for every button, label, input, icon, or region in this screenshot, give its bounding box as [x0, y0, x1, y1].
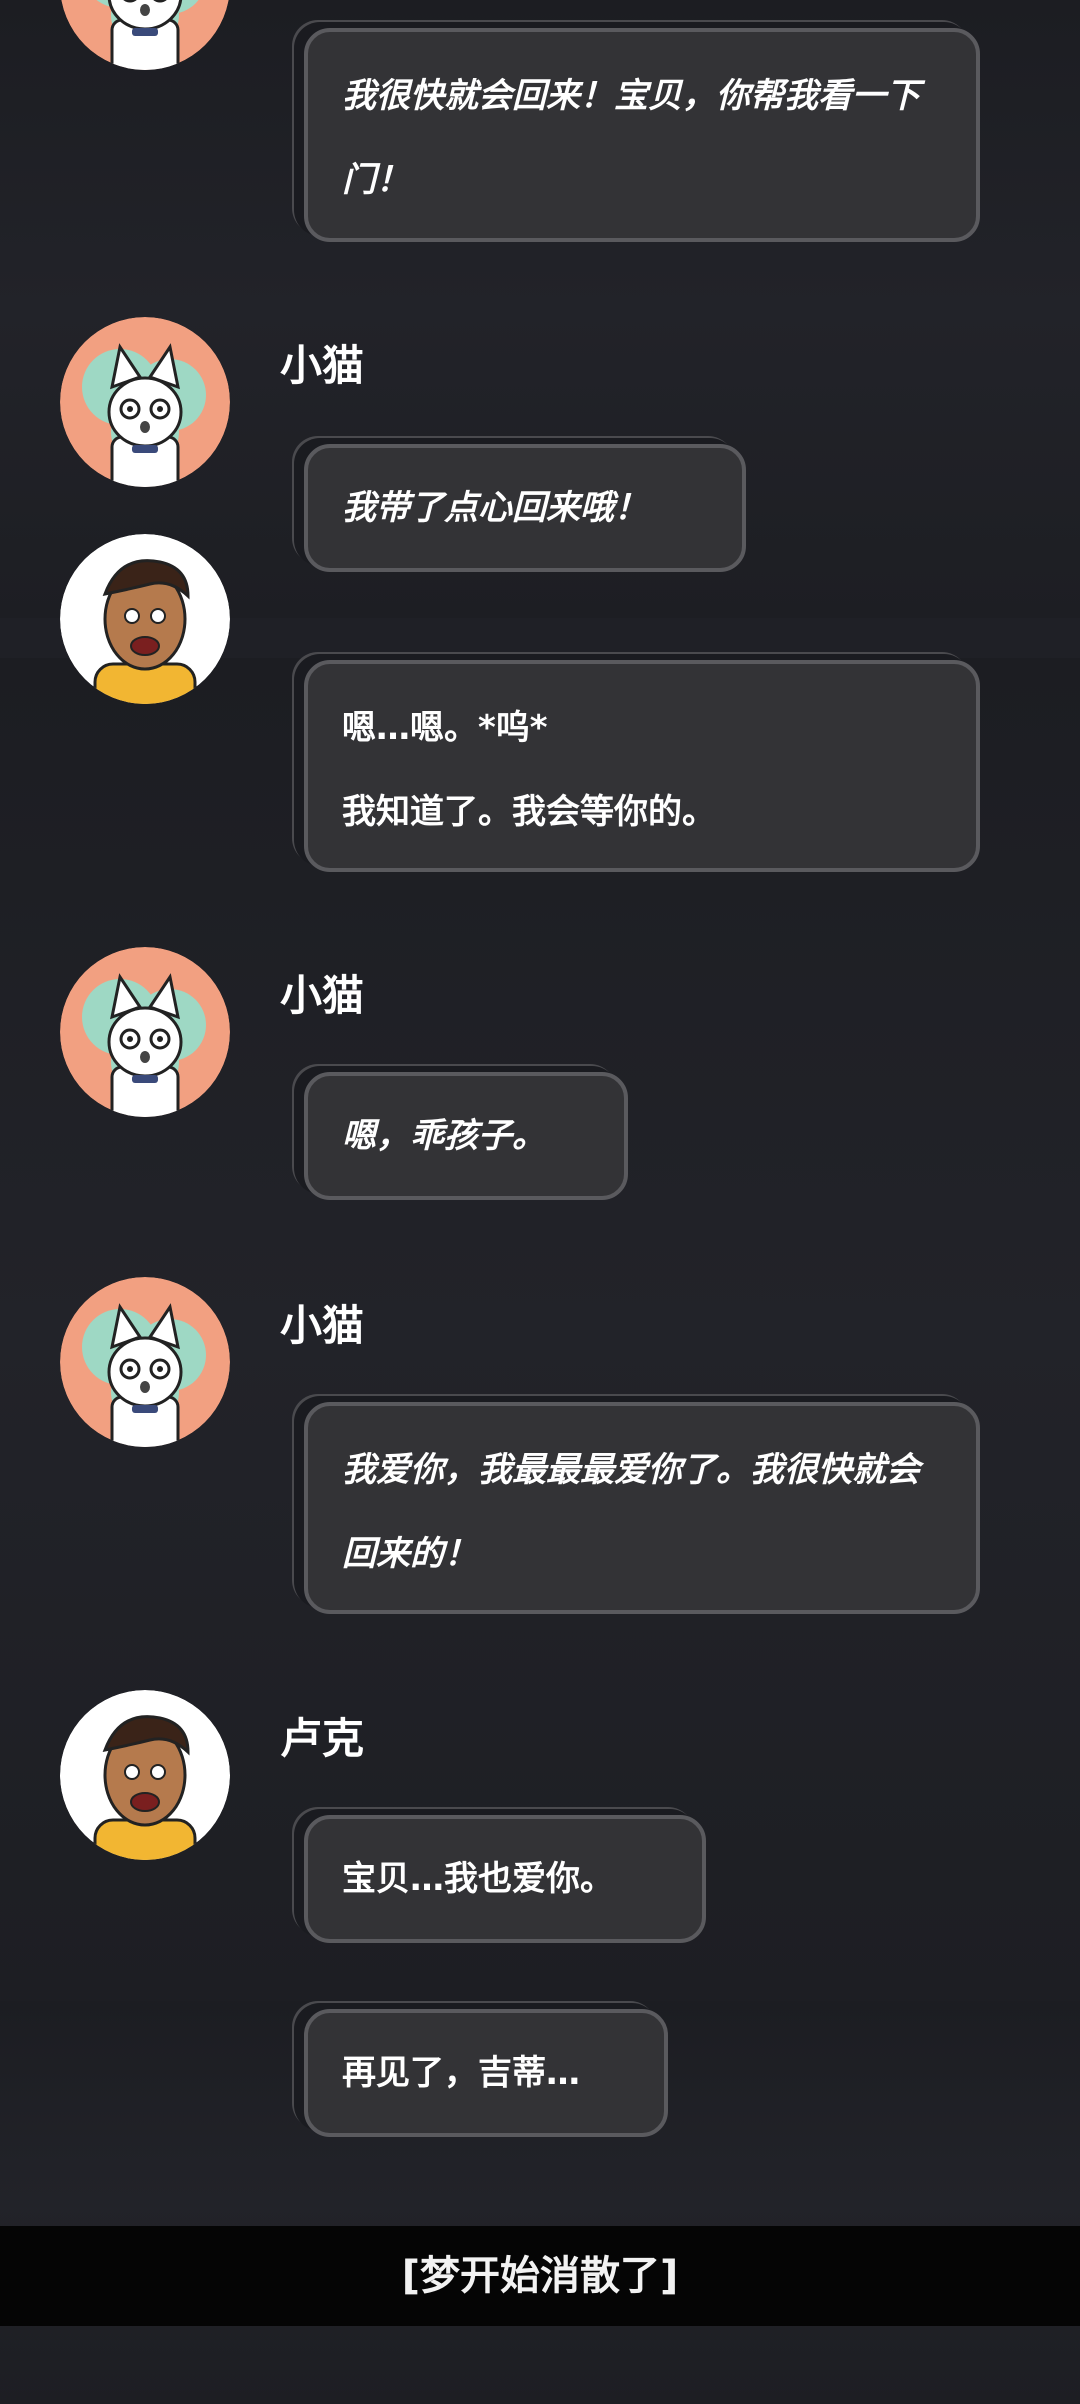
- message-line: 嗯…嗯。*呜*: [342, 708, 548, 748]
- message-line: 我知道了。我会等你的。: [342, 792, 716, 832]
- narration-banner: [梦开始消散了]: [0, 2226, 1080, 2326]
- luke-avatar-icon: [60, 1690, 230, 1860]
- speaker-name: 小猫: [280, 341, 365, 390]
- speaker-name: 卢克: [280, 1714, 365, 1763]
- message-bubble-3: 嗯…嗯。*呜* 我知道了。我会等你的。: [304, 660, 980, 872]
- cat-avatar-icon: [60, 0, 230, 70]
- message-bubble-1: 我很快就会回来！宝贝，你帮我看一下门！: [304, 28, 980, 242]
- luke-avatar-icon: [60, 534, 230, 704]
- cat-avatar-icon: [60, 1277, 230, 1447]
- message-bubble-7: 再见了，吉蒂…: [304, 2009, 668, 2137]
- speaker-name: 小猫: [280, 971, 365, 1020]
- panel-3: 再见了，吉蒂…: [0, 2001, 1080, 2404]
- message-bubble-2: 我带了点心回来哦！: [304, 444, 746, 572]
- panel-2: 嗯…嗯。*呜* 我知道了。我会等你的。 小猫 嗯，乖孩子。 小猫 我爱你，我最最…: [0, 534, 1080, 2001]
- panel-1: 我很快就会回来！宝贝，你帮我看一下门！ 小猫 我带了点心回来哦！: [0, 0, 1080, 618]
- message-bubble-4: 嗯，乖孩子。: [304, 1072, 628, 1200]
- speaker-name: 小猫: [280, 1301, 365, 1350]
- message-bubble-6: 宝贝…我也爱你。: [304, 1815, 706, 1943]
- cat-avatar-icon: [60, 317, 230, 487]
- cat-avatar-icon: [60, 947, 230, 1117]
- message-bubble-5: 我爱你，我最最最爱你了。我很快就会回来的！: [304, 1402, 980, 1614]
